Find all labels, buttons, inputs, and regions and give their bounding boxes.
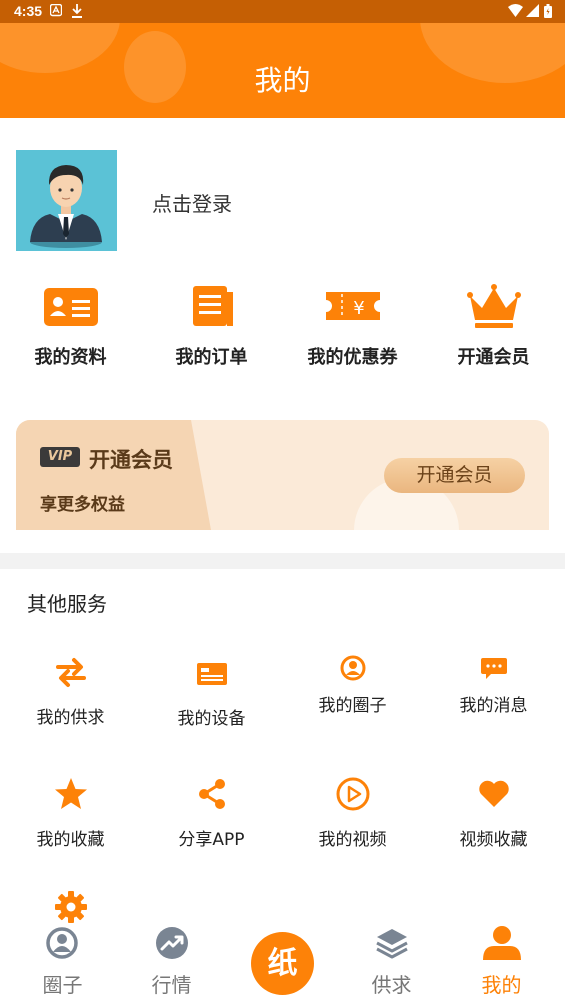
- open-membership-button[interactable]: 开通会员: [384, 458, 525, 493]
- quick-action-coupons[interactable]: ¥ 我的优惠券: [282, 282, 423, 372]
- service-label: 我的消息: [459, 696, 528, 716]
- play-icon: [336, 777, 370, 811]
- service-label: 我的设备: [177, 709, 246, 729]
- tab-supply[interactable]: 供求: [335, 912, 448, 1004]
- trend-icon: [155, 926, 189, 960]
- profile-card-icon: [42, 282, 100, 330]
- service-messages[interactable]: 我的消息: [423, 655, 564, 735]
- vip-badge: VIP: [40, 447, 80, 467]
- notification-a-icon: [49, 3, 63, 20]
- service-videos[interactable]: 我的视频: [282, 777, 423, 852]
- coupon-icon: ¥: [324, 282, 382, 330]
- battery-icon: [544, 4, 552, 21]
- quick-action-membership[interactable]: 开通会员: [423, 282, 564, 372]
- service-devices[interactable]: 我的设备: [141, 655, 282, 735]
- tab-circles[interactable]: 圈子: [6, 912, 119, 1004]
- service-label: 分享APP: [178, 830, 245, 850]
- vip-banner[interactable]: VIP 开通会员 享更多权益 开通会员: [16, 420, 549, 530]
- quick-action-label: 我的订单: [175, 347, 248, 368]
- service-label: 视频收藏: [459, 830, 528, 850]
- swap-arrows-icon: [54, 655, 88, 689]
- vip-title: 开通会员: [89, 448, 173, 472]
- tab-market[interactable]: 行情: [115, 912, 228, 1004]
- center-home-button[interactable]: 纸: [251, 932, 314, 995]
- wifi-icon: [508, 4, 523, 20]
- device-icon: [195, 657, 229, 691]
- page-title: 我的: [254, 64, 311, 97]
- service-label: 我的圈子: [318, 696, 387, 716]
- tab-label: 供求: [371, 973, 412, 997]
- section-divider: [0, 553, 565, 569]
- avatar[interactable]: [16, 150, 117, 251]
- vip-subtitle: 享更多权益: [40, 495, 125, 515]
- svg-text:¥: ¥: [353, 298, 364, 319]
- service-favorites[interactable]: 我的收藏: [0, 777, 141, 852]
- tab-label: 我的: [481, 973, 522, 997]
- quick-action-profile[interactable]: 我的资料: [0, 282, 141, 372]
- quick-action-orders[interactable]: 我的订单: [141, 282, 282, 372]
- quick-action-label: 开通会员: [457, 347, 530, 368]
- page-header: 我的: [0, 23, 565, 118]
- services-title: 其他服务: [27, 592, 107, 616]
- quick-action-label: 我的优惠券: [307, 347, 398, 368]
- service-video-favorites[interactable]: 视频收藏: [423, 777, 564, 852]
- order-list-icon: [183, 282, 241, 330]
- tab-label: 行情: [151, 973, 192, 997]
- service-label: 我的视频: [318, 830, 387, 850]
- circle-user-icon: [45, 926, 79, 960]
- message-icon: [477, 655, 511, 689]
- person-icon: [482, 926, 522, 960]
- service-supply-demand[interactable]: 我的供求: [0, 655, 141, 735]
- download-icon: [71, 4, 83, 21]
- tab-mine[interactable]: 我的: [445, 912, 558, 1004]
- service-share-app[interactable]: 分享APP: [141, 777, 282, 852]
- service-label: 我的供求: [36, 708, 105, 728]
- crown-icon: [465, 282, 523, 330]
- quick-action-label: 我的资料: [34, 347, 107, 368]
- status-time: 4:35: [14, 3, 43, 19]
- share-icon: [195, 777, 229, 811]
- service-label: 我的收藏: [36, 830, 105, 850]
- status-bar: 4:35: [0, 0, 565, 23]
- heart-icon: [477, 777, 511, 811]
- star-icon: [54, 777, 88, 811]
- service-circles[interactable]: 我的圈子: [282, 655, 423, 735]
- circle-user-icon: [336, 655, 370, 689]
- signal-icon: [526, 4, 539, 20]
- tab-label: 圈子: [42, 973, 83, 997]
- login-link[interactable]: 点击登录: [152, 188, 232, 217]
- layers-icon: [375, 926, 409, 960]
